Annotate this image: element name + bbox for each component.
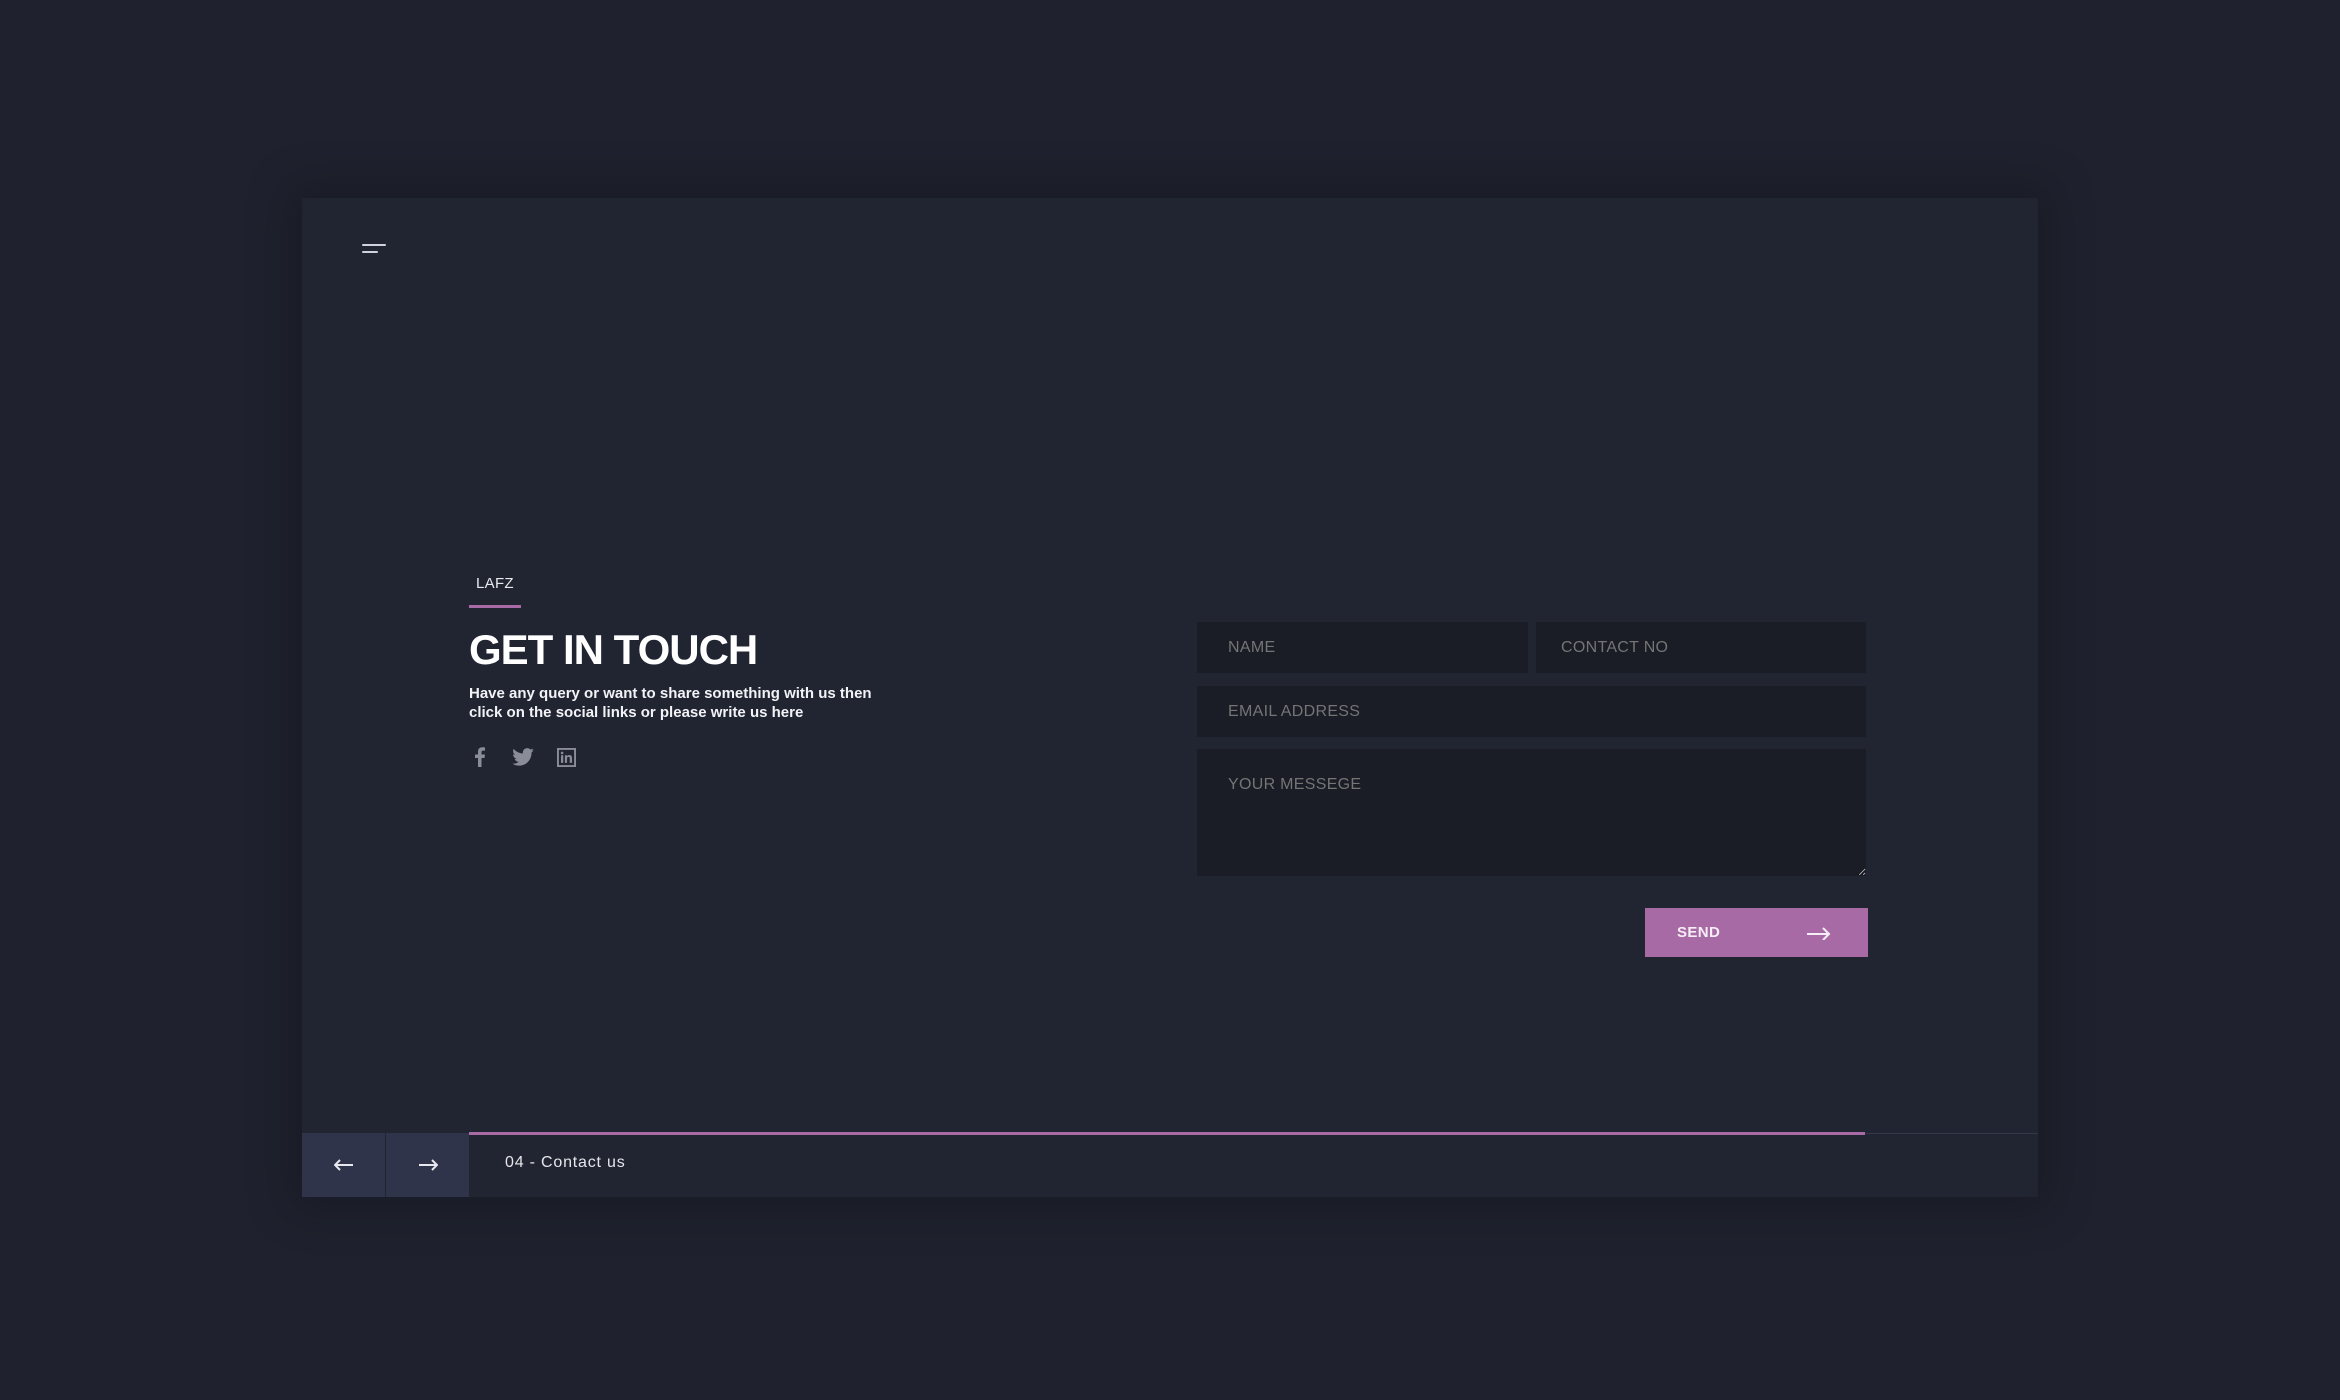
current-page-label: 04 - Contact us <box>505 1154 626 1171</box>
footer-bar: 04 - Contact us <box>302 1132 2038 1197</box>
social-links <box>469 746 598 768</box>
menu-line-1 <box>362 244 386 246</box>
description-line-2: click on the social links or please writ… <box>469 704 804 721</box>
menu-line-2 <box>362 251 378 253</box>
twitter-icon[interactable] <box>512 746 534 768</box>
contact-page-frame: LAFZ GET IN TOUCH Have any query or want… <box>302 198 2038 1197</box>
progress-bar <box>469 1132 1865 1135</box>
linkedin-icon[interactable] <box>555 746 577 768</box>
arrow-left-icon <box>333 1159 353 1171</box>
contact-number-input[interactable] <box>1536 622 1866 673</box>
message-textarea[interactable] <box>1197 749 1866 876</box>
description-line-1: Have any query or want to share somethin… <box>469 685 872 702</box>
facebook-icon[interactable] <box>469 746 491 768</box>
arrow-right-icon <box>1807 926 1831 940</box>
arrow-right-icon <box>418 1159 438 1171</box>
name-input[interactable] <box>1197 622 1528 673</box>
previous-page-button[interactable] <box>302 1133 385 1197</box>
send-button[interactable]: SEND <box>1645 908 1868 957</box>
next-page-button[interactable] <box>386 1133 469 1197</box>
send-button-label: SEND <box>1677 924 1721 941</box>
page-title: GET IN TOUCH <box>469 626 758 673</box>
brand-underline <box>469 605 521 608</box>
hamburger-menu-icon[interactable] <box>358 240 388 260</box>
email-input[interactable] <box>1197 686 1866 737</box>
brand-label: LAFZ <box>476 575 514 592</box>
page-description: Have any query or want to share somethin… <box>469 684 889 722</box>
